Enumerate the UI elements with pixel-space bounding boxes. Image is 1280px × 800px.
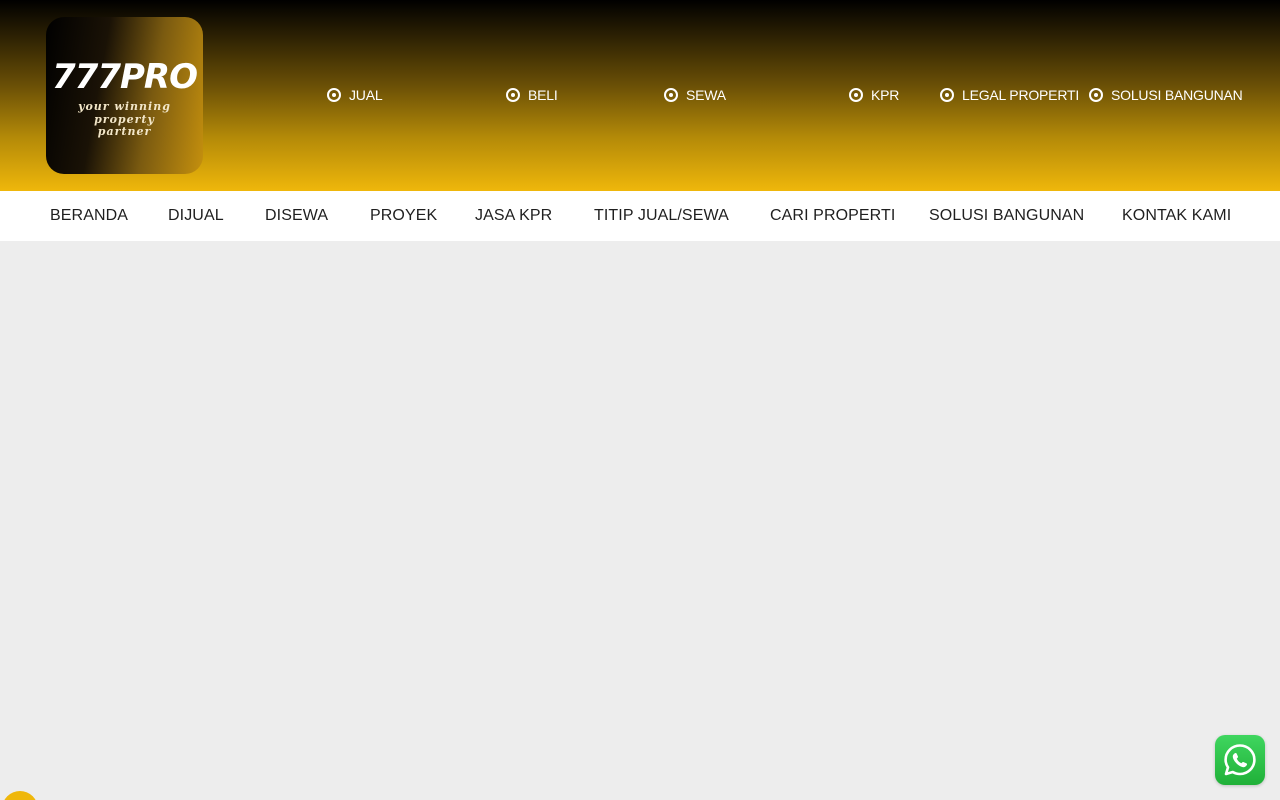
radio-dot-icon bbox=[940, 88, 954, 102]
quick-link-kpr[interactable]: KPR bbox=[849, 86, 899, 104]
quick-link-label: KPR bbox=[871, 87, 900, 103]
logo-wordmark: 777PRO bbox=[52, 57, 198, 97]
quick-link-jual[interactable]: JUAL bbox=[327, 86, 383, 104]
main-nav: BERANDA DIJUAL DISEWA PROYEK JASA KPR TI… bbox=[0, 191, 1280, 241]
quick-link-legal-properti[interactable]: LEGAL PROPERTI bbox=[940, 86, 1079, 104]
nav-item-dijual[interactable]: DIJUAL bbox=[168, 191, 224, 241]
nav-item-disewa[interactable]: DISEWA bbox=[265, 191, 328, 241]
quick-link-beli[interactable]: BELI bbox=[506, 86, 558, 104]
quick-link-label: SOLUSI BANGUNAN bbox=[1111, 87, 1243, 103]
nav-item-beranda[interactable]: BERANDA bbox=[50, 191, 128, 241]
nav-item-solusi-bangunan[interactable]: SOLUSI BANGUNAN bbox=[929, 191, 1084, 241]
quick-link-label: BELI bbox=[528, 87, 558, 103]
nav-item-proyek[interactable]: PROYEK bbox=[370, 191, 437, 241]
quick-link-label: JUAL bbox=[349, 87, 383, 103]
nav-item-jasa-kpr[interactable]: JASA KPR bbox=[475, 191, 552, 241]
radio-dot-icon bbox=[664, 88, 678, 102]
radio-dot-icon bbox=[327, 88, 341, 102]
scroll-top-button[interactable] bbox=[2, 791, 38, 800]
whatsapp-button[interactable] bbox=[1215, 735, 1265, 785]
logo-tagline-line: your winning bbox=[78, 100, 171, 113]
logo-tagline-line: partner bbox=[97, 125, 152, 138]
logo-tagline: your winning property partner bbox=[66, 100, 183, 139]
radio-dot-icon bbox=[506, 88, 520, 102]
nav-item-kontak-kami[interactable]: KONTAK KAMI bbox=[1122, 191, 1231, 241]
whatsapp-icon bbox=[1224, 744, 1256, 776]
quick-link-label: LEGAL PROPERTI bbox=[962, 87, 1080, 103]
top-header: 777PRO your winning property partner JUA… bbox=[0, 0, 1280, 191]
nav-item-titip-jual-sewa[interactable]: TITIP JUAL/SEWA bbox=[594, 191, 729, 241]
quick-link-solusi-bangunan[interactable]: SOLUSI BANGUNAN bbox=[1089, 86, 1243, 104]
radio-dot-icon bbox=[1089, 88, 1103, 102]
site-logo[interactable]: 777PRO your winning property partner bbox=[46, 17, 203, 174]
radio-dot-icon bbox=[849, 88, 863, 102]
quick-link-sewa[interactable]: SEWA bbox=[664, 86, 726, 104]
nav-item-cari-properti[interactable]: CARI PROPERTI bbox=[770, 191, 895, 241]
quick-link-label: SEWA bbox=[686, 87, 726, 103]
